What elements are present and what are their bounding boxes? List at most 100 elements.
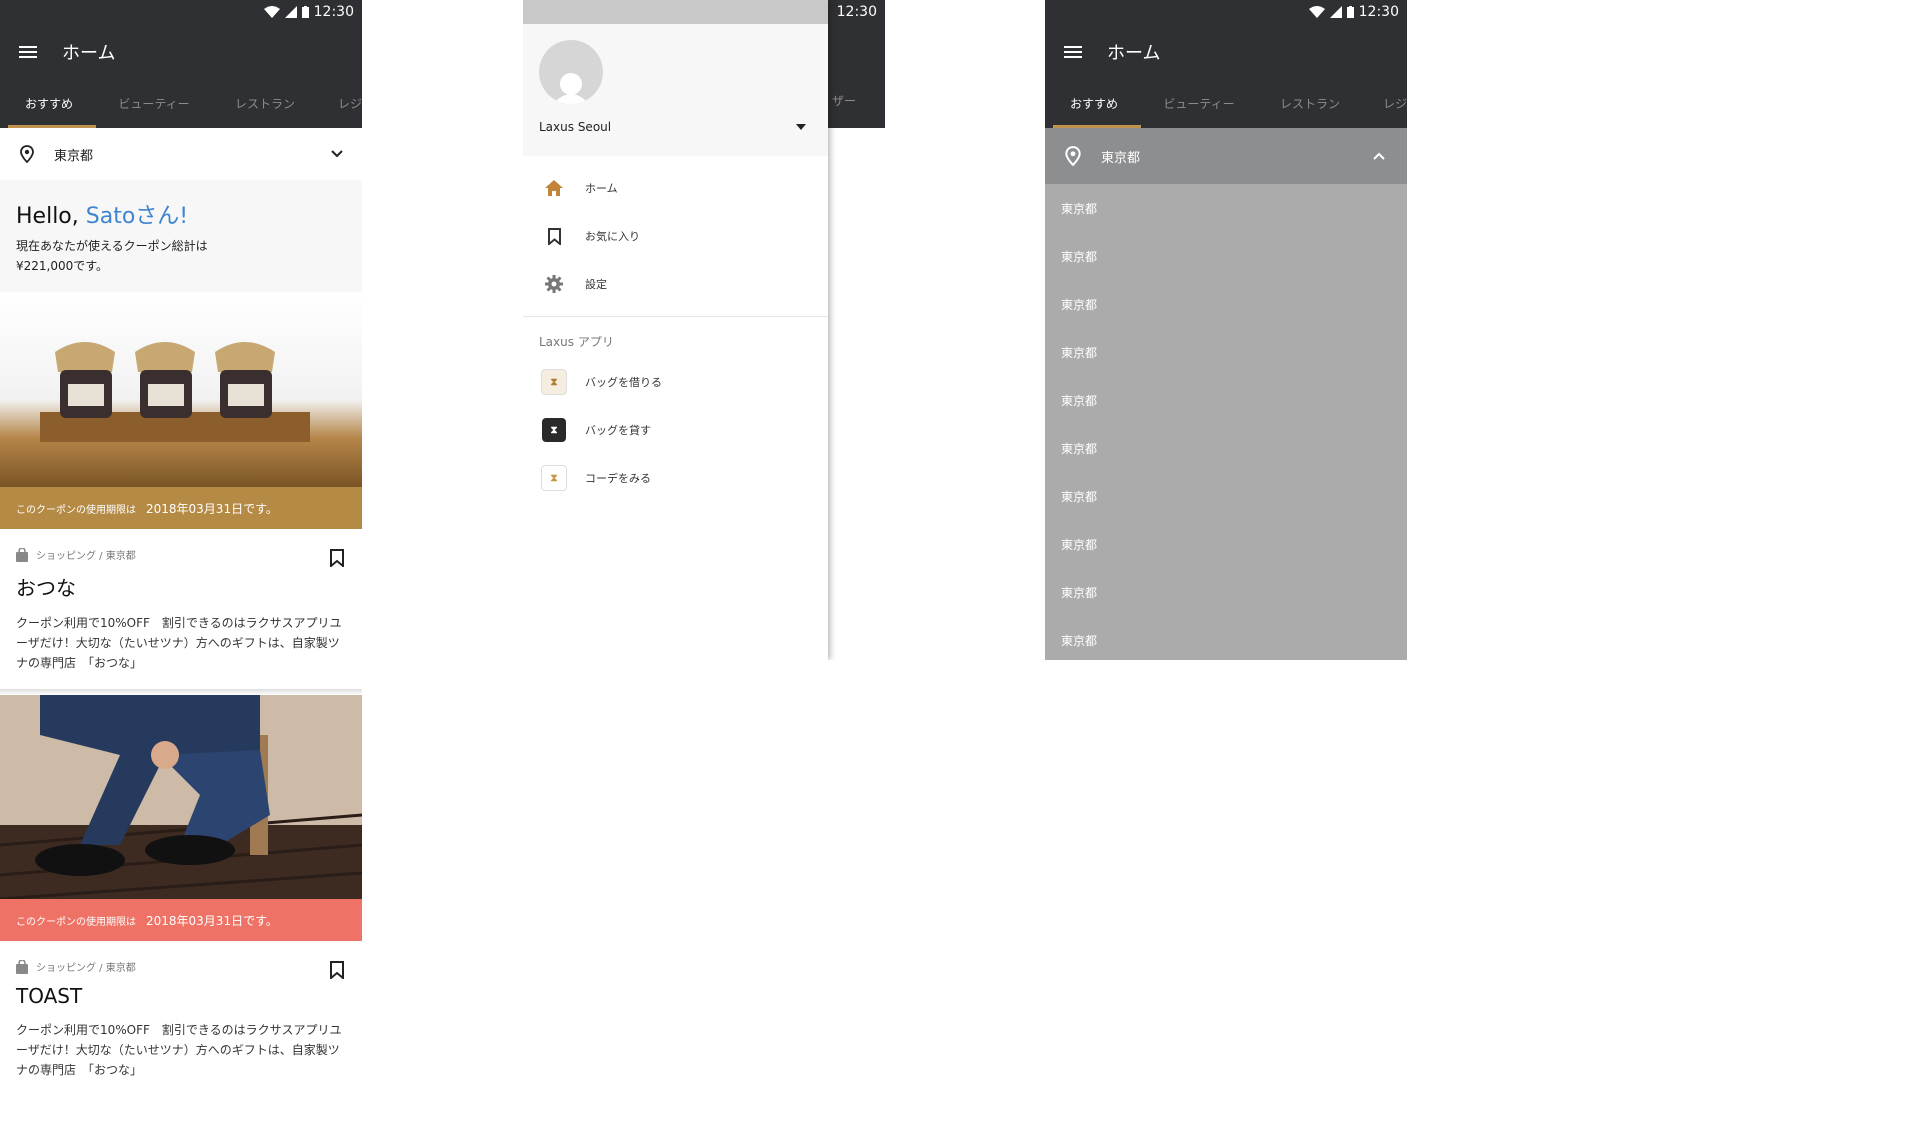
card-title: おつな xyxy=(16,576,76,600)
location-option[interactable]: 東京都 xyxy=(1045,232,1407,280)
tab-recommended[interactable]: おすすめ xyxy=(1045,95,1143,128)
drawer-screen: 12:30 ザー Laxus Seoul ホーム お気に入り 設定 Laxus … xyxy=(523,0,885,660)
drawer-item-favorites[interactable]: お気に入り xyxy=(523,212,828,260)
laxus-lend-icon: ⧗ xyxy=(542,418,566,442)
laxus-borrow-icon: ⧗ xyxy=(541,369,567,395)
coupon-total-line2: ¥221,000です。 xyxy=(16,259,109,273)
location-selector[interactable]: 東京都 xyxy=(0,128,362,180)
drawer-app-coordinate[interactable]: ⧗ コーデをみる xyxy=(523,454,828,502)
location-label: 東京都 xyxy=(1101,150,1141,166)
location-pin-icon xyxy=(1065,146,1081,166)
card-description: クーポン利用で10%OFF 割引できるのはラクサスアプリユーザだけ！大切な（たい… xyxy=(16,616,342,670)
drawer-item-label: お気に入り xyxy=(585,230,640,243)
greeting-panel: Hello, Satoさん! 現在あなたが使えるクーポン総計は ¥221,000で… xyxy=(0,180,362,292)
home-icon xyxy=(545,180,563,196)
category-tabs: おすすめ ビューティー レストラン レジ xyxy=(0,80,362,128)
location-option[interactable]: 東京都 xyxy=(1045,568,1407,616)
location-dropdown-screen: 12:30 ホーム おすすめ ビューティー レストラン レジ 東京都 東京都 東… xyxy=(1045,0,1407,660)
card-meta: ショッピング / 東京都 xyxy=(16,959,346,974)
background-tab-fragment: ザー xyxy=(832,94,857,108)
status-time: 12:30 xyxy=(313,4,354,20)
wifi-icon xyxy=(263,6,280,18)
tab-beauty[interactable]: ビューティー xyxy=(1143,95,1255,128)
drawer-app-borrow[interactable]: ⧗ バッグを借りる xyxy=(523,358,828,406)
location-option[interactable]: 東京都 xyxy=(1045,280,1407,328)
drawer-item-label: バッグを借りる xyxy=(585,376,662,389)
drawer-apps-header: Laxus アプリ xyxy=(539,335,614,349)
user-name: Satoさん! xyxy=(85,204,189,229)
tab-indicator xyxy=(1053,125,1141,128)
location-option[interactable]: 東京都 xyxy=(1045,328,1407,376)
hamburger-icon xyxy=(1064,46,1082,58)
status-time: 12:30 xyxy=(836,4,877,20)
bookmark-icon[interactable] xyxy=(330,549,344,567)
bookmark-icon[interactable] xyxy=(330,961,344,979)
location-option[interactable]: 東京都 xyxy=(1045,616,1407,660)
coupon-total-line1: 現在あなたが使えるクーポン総計は xyxy=(16,239,208,253)
drawer-app-lend[interactable]: ⧗ バッグを貸す xyxy=(523,406,828,454)
card-image-jars xyxy=(0,292,362,487)
tab-indicator xyxy=(8,125,96,128)
tab-beauty[interactable]: ビューティー xyxy=(98,95,210,128)
location-options: 東京都 東京都 東京都 東京都 東京都 東京都 東京都 東京都 東京都 東京都 xyxy=(1045,184,1407,660)
tab-recommended[interactable]: おすすめ xyxy=(0,95,98,128)
menu-button[interactable] xyxy=(1045,24,1101,80)
battery-icon xyxy=(1346,6,1354,18)
tab-restaurant[interactable]: レストラン xyxy=(210,95,320,128)
drawer-item-label: コーデをみる xyxy=(585,472,651,485)
drawer-item-label: バッグを貸す xyxy=(585,424,651,437)
page-title: ホーム xyxy=(1107,43,1161,64)
card-category: ショッピング / 東京都 xyxy=(36,551,136,562)
chevron-up-icon xyxy=(1373,152,1385,160)
drawer-item-settings[interactable]: 設定 xyxy=(523,260,828,308)
coupon-card[interactable]: このクーポンの使用期限は 2018年03月31日です。 ショッピング / 東京都… xyxy=(0,292,362,689)
location-label: 東京都 xyxy=(54,148,94,164)
avatar[interactable] xyxy=(539,40,603,104)
coupon-expiry-bar: このクーポンの使用期限は 2018年03月31日です。 xyxy=(0,487,362,529)
card-body: ショッピング / 東京都 TOAST クーポン利用で10%OFF 割引できるのは… xyxy=(0,941,362,1096)
tab-leisure[interactable]: レジ xyxy=(1365,95,1407,128)
coupon-expiry-bar: このクーポンの使用期限は 2018年03月31日です。 xyxy=(0,899,362,941)
page-title: ホーム xyxy=(62,43,116,64)
location-option[interactable]: 東京都 xyxy=(1045,520,1407,568)
location-selector-expanded[interactable]: 東京都 xyxy=(1045,128,1407,184)
coupon-card[interactable]: このクーポンの使用期限は 2018年03月31日です。 ショッピング / 東京都… xyxy=(0,695,362,1096)
app-bar: ホーム xyxy=(0,24,362,80)
coupon-expiry-date: 2018年03月31日です。 xyxy=(146,501,278,516)
coupon-expiry-date: 2018年03月31日です。 xyxy=(146,913,278,928)
location-option[interactable]: 東京都 xyxy=(1045,184,1407,232)
card-meta: ショッピング / 東京都 xyxy=(16,547,346,562)
status-bar: 12:30 xyxy=(1045,0,1407,24)
coupon-expiry-label: このクーポンの使用期限は xyxy=(16,916,136,928)
shopping-bag-icon xyxy=(16,547,28,562)
gear-icon xyxy=(545,275,563,293)
status-time: 12:30 xyxy=(1358,4,1399,20)
greeting-text: Hello, xyxy=(16,204,79,229)
drawer-header: Laxus Seoul xyxy=(523,24,828,156)
card-image-shoes xyxy=(0,695,362,899)
location-pin-icon xyxy=(20,145,34,163)
card-title: TOAST xyxy=(16,984,83,1008)
battery-icon xyxy=(301,6,309,18)
category-tabs: おすすめ ビューティー レストラン レジ xyxy=(1045,80,1407,128)
account-name[interactable]: Laxus Seoul xyxy=(539,120,611,134)
signal-icon xyxy=(284,6,297,18)
drawer-item-home[interactable]: ホーム xyxy=(523,164,828,212)
card-description: クーポン利用で10%OFF 割引できるのはラクサスアプリユーザだけ！大切な（たい… xyxy=(16,1023,342,1077)
location-option[interactable]: 東京都 xyxy=(1045,376,1407,424)
tab-restaurant[interactable]: レストラン xyxy=(1255,95,1365,128)
coupon-expiry-label: このクーポンの使用期限は xyxy=(16,504,136,516)
location-option[interactable]: 東京都 xyxy=(1045,424,1407,472)
tab-leisure[interactable]: レジ xyxy=(320,95,362,128)
menu-button[interactable] xyxy=(0,24,56,80)
app-bar: ホーム xyxy=(1045,24,1407,80)
location-option[interactable]: 東京都 xyxy=(1045,472,1407,520)
laxus-coordinate-icon: ⧗ xyxy=(541,465,567,491)
drawer-status-bar xyxy=(523,0,828,24)
status-bar: 12:30 xyxy=(0,0,362,24)
bookmark-icon xyxy=(547,227,561,245)
drawer-item-label: ホーム xyxy=(585,182,618,195)
hamburger-icon xyxy=(19,46,37,58)
wifi-icon xyxy=(1308,6,1325,18)
caret-down-icon[interactable] xyxy=(796,124,806,130)
